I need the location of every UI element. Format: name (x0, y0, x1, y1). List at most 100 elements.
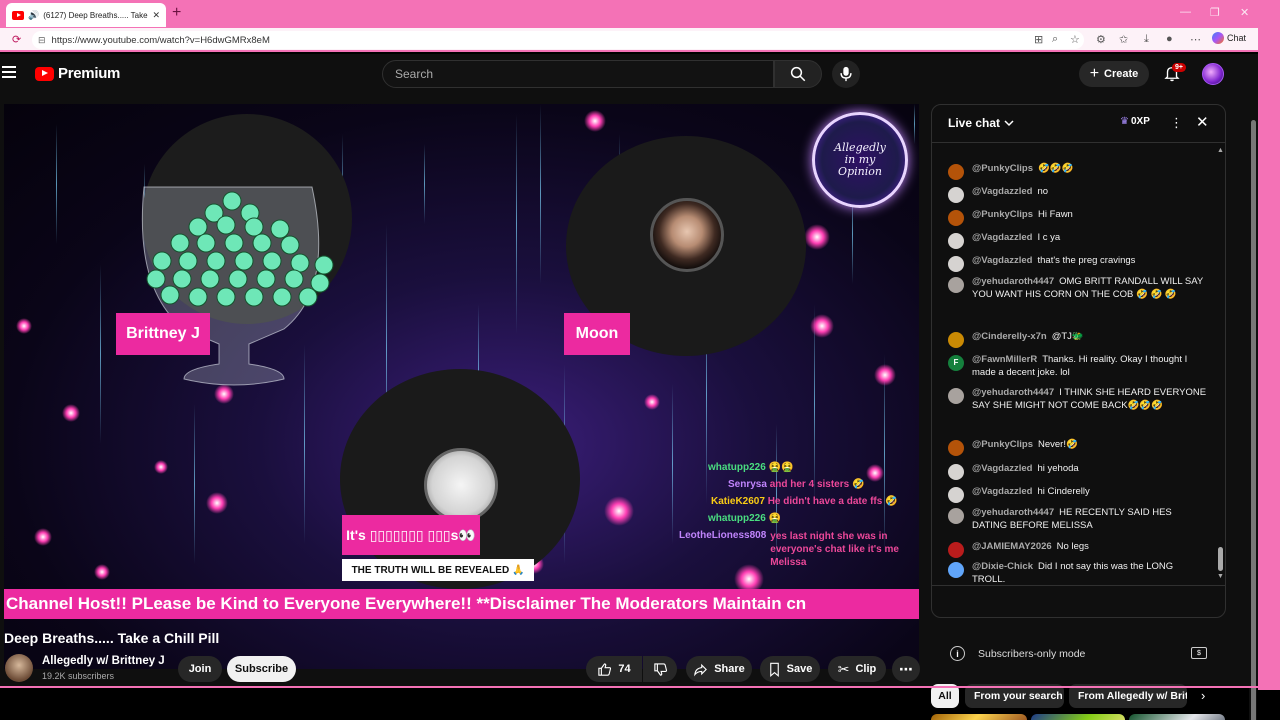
chat-author-avatar[interactable] (948, 562, 964, 578)
chat-author[interactable]: @Vagdazzled (972, 232, 1032, 243)
recommended-thumbnail[interactable] (1129, 714, 1225, 720)
clip-button[interactable]: ✂ Clip (828, 656, 886, 682)
chat-author-avatar[interactable] (948, 164, 964, 180)
chat-message[interactable]: @yehudaroth4447 HE RECENTLY SAID HES DATI… (948, 507, 1208, 532)
close-window-icon[interactable]: ✕ (1240, 6, 1249, 19)
chat-author[interactable]: @PunkyClips (972, 209, 1033, 220)
recommended-thumbnail[interactable] (1031, 714, 1125, 720)
channel-avatar[interactable] (5, 654, 33, 682)
chat-author[interactable]: @yehudaroth4447 (972, 507, 1054, 518)
chat-message[interactable]: @PunkyClips Never!🤣 (948, 439, 1208, 456)
chips-next-icon[interactable]: › (1201, 688, 1205, 703)
chat-author-avatar[interactable] (948, 210, 964, 226)
chat-author-avatar[interactable]: F (948, 355, 964, 371)
new-tab-button[interactable]: + (172, 4, 181, 22)
chat-author[interactable]: @FawnMillerR (972, 354, 1037, 365)
apps-icon[interactable]: ⊞ (1034, 33, 1043, 46)
copilot-chat-button[interactable]: Chat (1212, 32, 1246, 44)
xp-badge[interactable]: ♛ 0XP (1120, 116, 1150, 127)
chat-scroll-up-icon[interactable]: ▲ (1217, 147, 1224, 154)
search-input[interactable]: Search (382, 60, 774, 88)
voice-search-button[interactable] (832, 60, 860, 88)
chat-message[interactable]: @JAMIEMAY2026 No legs (948, 541, 1208, 558)
speaker-icon[interactable]: 🔊 (28, 10, 39, 21)
like-button[interactable]: 74 (586, 656, 642, 682)
chat-author-avatar[interactable] (948, 256, 964, 272)
microphone-icon (840, 66, 852, 82)
subscribe-button[interactable]: Subscribe (227, 656, 296, 682)
favorite-star-icon[interactable]: ☆ (1070, 33, 1080, 46)
chat-scrollbar-thumb[interactable] (1218, 547, 1223, 571)
chat-author-avatar[interactable] (948, 277, 964, 293)
create-label: Create (1104, 68, 1139, 80)
chat-close-icon[interactable]: ✕ (1196, 113, 1209, 131)
overlay-chat-line: Senrysa and her 4 sisters 🤣 (728, 479, 864, 490)
chat-author-avatar[interactable] (948, 487, 964, 503)
chat-message[interactable]: @yehudaroth4447 I THINK SHE HEARD EVERYON… (948, 387, 1208, 412)
page-scrollbar-thumb[interactable] (1251, 120, 1256, 720)
downloads-icon[interactable]: ⤓ (1144, 33, 1149, 46)
youtube-logo[interactable]: Premium (35, 65, 120, 82)
more-menu-icon[interactable]: ⋯ (1190, 33, 1201, 46)
chat-mode-dropdown[interactable]: Live chat (948, 116, 1014, 130)
chat-author[interactable]: @Cinderelly-x7n (972, 331, 1047, 342)
chat-author[interactable]: @Dixie-Chick (972, 561, 1033, 572)
recommended-thumbnail[interactable] (931, 714, 1027, 720)
chat-author[interactable]: @Vagdazzled (972, 486, 1032, 497)
chat-message[interactable]: @PunkyClips Hi Fawn (948, 209, 1208, 226)
chat-author[interactable]: @JAMIEMAY2026 (972, 541, 1052, 552)
scissors-icon: ✂ (837, 660, 850, 677)
chat-message[interactable]: @Cinderelly-x7n @TJ🐲 (948, 331, 1208, 348)
channel-name[interactable]: Allegedly w/ Brittney J (42, 655, 165, 667)
video-player[interactable]: Brittney J Moon Allegedly in my Opinion … (4, 104, 919, 669)
chat-author[interactable]: @PunkyClips (972, 163, 1033, 174)
minimize-icon[interactable]: — (1180, 6, 1191, 18)
close-tab-icon[interactable]: ✕ (152, 10, 160, 21)
chat-author-avatar[interactable] (948, 508, 964, 524)
chat-message[interactable]: @Vagdazzled hi Cinderelly (948, 486, 1208, 503)
chat-message[interactable]: @Vagdazzled that's the preg cravings (948, 255, 1208, 272)
chat-author[interactable]: @yehudaroth4447 (972, 276, 1054, 287)
chat-author-avatar[interactable] (948, 233, 964, 249)
save-button[interactable]: Save (760, 656, 820, 682)
chat-author[interactable]: @Vagdazzled (972, 186, 1032, 197)
chat-author-avatar[interactable] (948, 187, 964, 203)
chat-author[interactable]: @PunkyClips (972, 439, 1033, 450)
chat-scroll-down-icon[interactable]: ▼ (1217, 573, 1224, 580)
chat-author-avatar[interactable] (948, 440, 964, 456)
dislike-button[interactable] (643, 656, 677, 682)
super-chat-icon[interactable]: $ (1191, 647, 1207, 659)
chat-author-avatar[interactable] (948, 332, 964, 348)
maximize-icon[interactable]: ❐ (1210, 6, 1220, 19)
reload-icon[interactable]: ⟳ (12, 33, 21, 46)
chat-author-avatar[interactable] (948, 542, 964, 558)
chat-message[interactable]: @Vagdazzled hi yehoda (948, 463, 1208, 480)
chat-message[interactable]: @yehudaroth4447 OMG BRITT RANDALL WILL SA… (948, 276, 1208, 301)
chat-message[interactable]: @Dixie-Chick Did I not say this was the L… (948, 561, 1208, 586)
chat-message[interactable]: @Vagdazzled I c ya (948, 232, 1208, 249)
extension-icon[interactable]: ⚙ (1096, 33, 1106, 46)
share-button[interactable]: Share (686, 656, 752, 682)
chat-author[interactable]: @Vagdazzled (972, 255, 1032, 266)
account-avatar[interactable] (1202, 63, 1224, 85)
chat-options-icon[interactable]: ⋮ (1170, 115, 1183, 131)
screen: 🔊 (6127) Deep Breaths..... Take a Chill … (0, 0, 1280, 720)
chat-message[interactable]: @Vagdazzled no (948, 186, 1208, 203)
chat-message[interactable]: @PunkyClips 🤣🤣🤣 (948, 163, 1208, 180)
create-button[interactable]: + Create (1079, 61, 1149, 87)
chat-message[interactable]: F @FawnMillerR Thanks. Hi reality. Okay I … (948, 354, 1208, 379)
search-button[interactable] (774, 60, 822, 88)
address-bar[interactable]: ⊟ https://www.youtube.com/watch?v=H6dwGM… (32, 31, 1084, 49)
profile-icon[interactable]: ● (1166, 33, 1173, 45)
more-actions-button[interactable]: ⋯ (892, 656, 920, 682)
chat-author[interactable]: @yehudaroth4447 (972, 387, 1054, 398)
favorites-icon[interactable]: ✩ (1119, 33, 1128, 46)
chat-author-avatar[interactable] (948, 464, 964, 480)
site-info-icon[interactable]: ⊟ (38, 35, 46, 46)
chat-author[interactable]: @Vagdazzled (972, 463, 1032, 474)
menu-icon[interactable] (2, 66, 16, 78)
zoom-icon[interactable]: ⌕ (1052, 33, 1058, 46)
join-button[interactable]: Join (178, 656, 222, 682)
browser-tab[interactable]: 🔊 (6127) Deep Breaths..... Take a Chill … (6, 3, 166, 27)
chat-author-avatar[interactable] (948, 388, 964, 404)
